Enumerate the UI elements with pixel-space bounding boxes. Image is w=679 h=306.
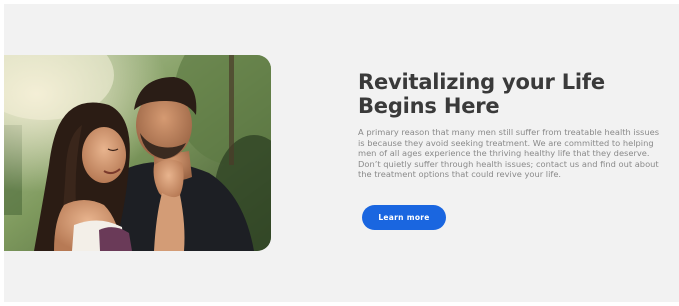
hero-description: A primary reason that many men still suf… <box>358 127 660 180</box>
hero-section: Revitalizing your Life Begins Here A pri… <box>4 4 679 302</box>
hero-photo <box>4 55 271 251</box>
hero-title: Revitalizing your Life Begins Here <box>358 70 605 118</box>
learn-more-button[interactable]: Learn more <box>362 205 446 230</box>
